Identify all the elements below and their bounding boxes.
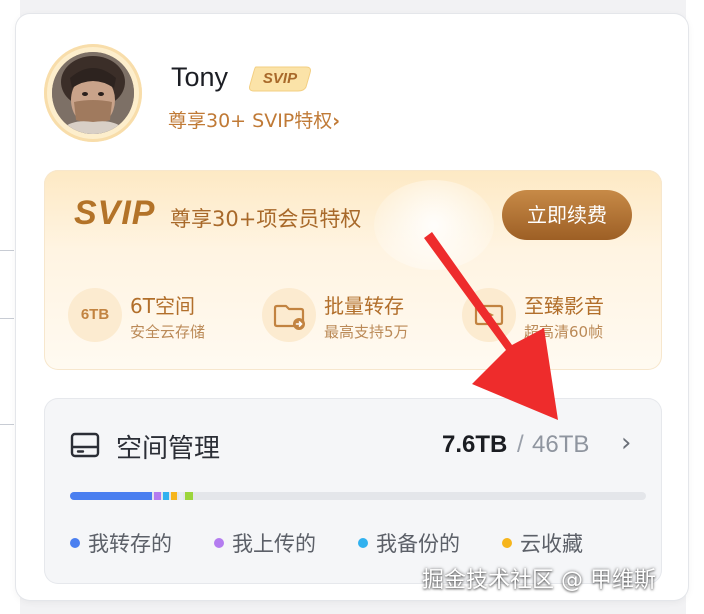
privilege-link-label: 尊享30+ SVIP特权 bbox=[168, 110, 333, 132]
legend-label: 我转存的 bbox=[88, 532, 172, 556]
feature-storage[interactable]: 6TB 6T空间 安全云存储 bbox=[68, 288, 248, 348]
space-management-panel[interactable]: 空间管理 7.6TB / 46TB › 我转存的 我上传的 我备份的 云收藏 bbox=[44, 398, 662, 584]
avatar-ring[interactable] bbox=[44, 44, 142, 142]
privilege-link[interactable]: 尊享30+ SVIP特权› bbox=[168, 106, 340, 133]
username: Tony bbox=[171, 62, 229, 92]
folder-transfer-icon-graphic bbox=[273, 304, 305, 330]
background-divider bbox=[0, 318, 14, 319]
space-total: 46TB bbox=[532, 431, 590, 458]
usage-segment-transfer bbox=[70, 492, 152, 500]
usage-segment-favorite bbox=[171, 492, 177, 500]
decorative-glow bbox=[374, 180, 494, 270]
avatar-image bbox=[52, 52, 134, 134]
feature-video[interactable]: 至臻影音 超高清60帧 bbox=[462, 288, 652, 348]
background-page-right bbox=[686, 0, 704, 614]
legend-label: 云收藏 bbox=[520, 532, 583, 556]
storage-icon-label: 6TB bbox=[80, 306, 110, 323]
feature-subtitle: 超高清60帧 bbox=[524, 323, 604, 341]
legend-dot bbox=[502, 538, 512, 548]
space-used: 7.6TB bbox=[442, 431, 508, 458]
chevron-right-icon: › bbox=[332, 110, 341, 132]
usage-segment-upload bbox=[154, 492, 161, 500]
legend-label: 我上传的 bbox=[232, 532, 316, 556]
space-separator: / bbox=[517, 431, 524, 458]
svip-badge: SVIP bbox=[246, 65, 314, 93]
video-icon-graphic bbox=[474, 304, 504, 326]
chevron-right-icon[interactable]: › bbox=[621, 428, 631, 458]
space-title: 空间管理 bbox=[116, 434, 221, 464]
legend-label: 我备份的 bbox=[376, 532, 460, 556]
video-icon bbox=[462, 288, 516, 342]
legend-dot bbox=[70, 538, 80, 548]
renew-button[interactable]: 立即续费 bbox=[502, 190, 632, 240]
background-divider bbox=[0, 250, 14, 251]
background-divider bbox=[0, 424, 14, 425]
legend-dot bbox=[214, 538, 224, 548]
usage-segment-gap bbox=[179, 492, 183, 500]
feature-title: 6T空间 bbox=[130, 294, 195, 318]
svip-panel: SVIP 尊享30+项会员特权 立即续费 6TB 6T空间 安全云存储 批量转存… bbox=[44, 170, 662, 370]
account-popover-card: Tony SVIP 尊享30+ SVIP特权› SVIP 尊享30+项会员特权 … bbox=[16, 14, 688, 600]
folder-transfer-icon bbox=[262, 288, 316, 342]
space-usage-bar bbox=[70, 492, 646, 500]
feature-title: 至臻影音 bbox=[524, 294, 604, 318]
avatar[interactable] bbox=[52, 52, 134, 134]
usage-segment-other bbox=[185, 492, 193, 500]
usage-segment-backup bbox=[163, 492, 169, 500]
svip-slogan: 尊享30+项会员特权 bbox=[170, 207, 362, 231]
hard-drive-icon bbox=[70, 432, 100, 458]
feature-title: 批量转存 bbox=[324, 294, 404, 318]
legend-dot bbox=[358, 538, 368, 548]
storage-6tb-icon: 6TB bbox=[68, 288, 122, 342]
feature-subtitle: 最高支持5万 bbox=[324, 323, 409, 341]
svip-badge-label: SVIP bbox=[262, 70, 298, 87]
feature-subtitle: 安全云存储 bbox=[130, 323, 206, 341]
feature-batch-transfer[interactable]: 批量转存 最高支持5万 bbox=[262, 288, 452, 348]
watermark: 掘金技术社区 @ 甲维斯 bbox=[422, 568, 656, 593]
svip-logo: SVIP bbox=[74, 194, 156, 232]
